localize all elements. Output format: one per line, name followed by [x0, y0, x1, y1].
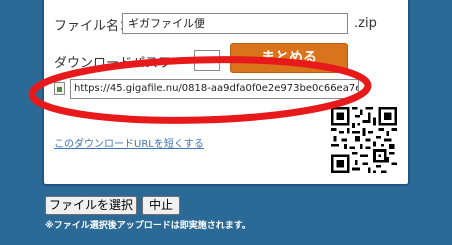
download-url-row: https://45.gigafile.nu/0818-aa9dfa0f0e2e… — [54, 78, 359, 100]
matome-button[interactable]: まとめる — [230, 43, 348, 73]
password-input[interactable] — [194, 50, 220, 71]
filename-input[interactable]: ギガファイル便 — [122, 13, 348, 34]
qr-code — [331, 107, 397, 173]
page-icon — [54, 82, 65, 95]
shorten-url-link[interactable]: このダウンロードURLを短くする — [54, 135, 204, 150]
upload-panel: ファイル名： ギガファイル便 .zip ダウンロードパスワード まとめる htt… — [42, 0, 410, 186]
stop-button[interactable]: 中止 — [142, 196, 180, 215]
extension-label: .zip — [354, 16, 377, 31]
select-file-button[interactable]: ファイルを選択 — [45, 196, 137, 215]
filename-label: ファイル名： — [54, 19, 133, 34]
download-url-field[interactable]: https://45.gigafile.nu/0818-aa9dfa0f0e2e… — [70, 79, 359, 99]
upload-note: ※ファイル選択後アップロードは即実施されます。 — [45, 221, 251, 231]
password-label: ダウンロードパスワード — [54, 56, 188, 71]
